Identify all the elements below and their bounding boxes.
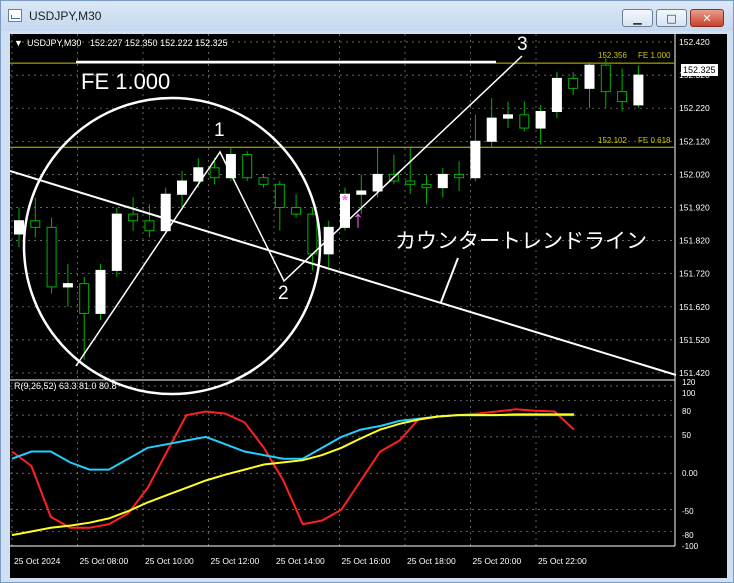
rsi-level-0: 0.00 xyxy=(682,469,698,478)
price-tick-label: 152.420 xyxy=(679,37,710,47)
time-tick-label: 25 Oct 22:00 xyxy=(538,556,587,566)
maximize-button[interactable]: □ xyxy=(656,9,687,27)
candle-body xyxy=(551,77,562,113)
close-button[interactable]: ✕ xyxy=(690,9,724,27)
highlight-circle xyxy=(22,96,322,396)
wave-label-3: 3 xyxy=(517,34,528,55)
up-arrow-signal: ↑ xyxy=(352,206,364,233)
wave-label-1: 1 xyxy=(214,120,225,141)
indicator-lines xyxy=(11,408,575,537)
candle-body xyxy=(519,114,530,129)
chart-canvas[interactable]: 152.420152.320152.220152.120152.020151.9… xyxy=(10,34,727,578)
candlesticks xyxy=(14,58,644,360)
ohlc-header: 152.227 152.350 152.222 152.325 xyxy=(90,38,228,48)
fe1-ratio-label: FE 1.000 xyxy=(638,51,671,60)
rsi-level-120: 120 xyxy=(682,378,696,387)
star-signal: * xyxy=(342,192,348,209)
candle-body xyxy=(633,74,644,106)
time-tick-label: 25 Oct 08:00 xyxy=(80,556,129,566)
symbol-header: USDJPY,M30 xyxy=(27,38,82,48)
price-tick-label: 151.720 xyxy=(679,269,710,279)
candle-body xyxy=(258,177,269,185)
candle-body xyxy=(421,183,432,189)
rsi-series-r52 xyxy=(11,413,574,537)
candle-body xyxy=(160,193,171,232)
time-tick-label: 25 Oct 16:00 xyxy=(342,556,391,566)
axis-ticks: 152.420152.320152.220152.120152.020151.9… xyxy=(14,37,710,566)
annotation-pointer xyxy=(440,257,459,303)
candle-body xyxy=(307,213,318,255)
fe2-price-label: 152.102 xyxy=(598,136,627,145)
candle-body xyxy=(291,207,302,215)
countertrend-annotation: カウンタートレンドライン xyxy=(395,230,647,253)
candle-body xyxy=(600,64,611,93)
candle-body xyxy=(356,190,367,195)
fe2-ratio-label: FE 0.618 xyxy=(638,136,671,145)
wave-label-2: 2 xyxy=(278,283,289,304)
candle-body xyxy=(470,140,481,179)
candle-body xyxy=(584,64,595,89)
candle-body xyxy=(454,173,465,179)
indicator-label: R(9,26,52) 63.3 81.0 80.8 xyxy=(14,381,117,391)
candle-body xyxy=(617,91,628,103)
candle-body xyxy=(30,220,41,228)
candle-body xyxy=(177,180,187,195)
header-arrow[interactable]: ▼ xyxy=(14,38,23,48)
minimize-button[interactable]: ▁ xyxy=(622,9,653,27)
rsi-level-80: 80 xyxy=(682,407,691,416)
candle-body xyxy=(209,167,220,179)
rsi-level-minus100: -100 xyxy=(682,542,699,551)
time-tick-label: 25 Oct 12:00 xyxy=(211,556,260,566)
price-tick-label: 151.820 xyxy=(679,236,710,246)
candle-body xyxy=(95,269,106,314)
price-tick-label: 152.020 xyxy=(679,169,710,179)
price-tick-label: 152.120 xyxy=(679,136,710,146)
chart-app-icon xyxy=(8,9,22,22)
price-tick-label: 151.920 xyxy=(679,203,710,213)
candle-body xyxy=(14,220,24,235)
time-tick-label: 25 Oct 2024 xyxy=(14,556,61,566)
candle-body xyxy=(535,111,546,129)
candle-body xyxy=(405,180,416,185)
fe-large-label: FE 1.000 xyxy=(81,69,171,94)
window-title: USDJPY,M30 xyxy=(29,9,102,23)
candle-body xyxy=(111,213,122,271)
candle-body xyxy=(274,183,285,209)
candle-body xyxy=(486,117,497,142)
candle-body xyxy=(568,77,579,89)
candle-body xyxy=(372,173,383,192)
time-tick-label: 25 Oct 14:00 xyxy=(276,556,325,566)
candle-body xyxy=(128,213,139,222)
candle-body xyxy=(242,154,253,179)
time-tick-label: 25 Oct 10:00 xyxy=(145,556,194,566)
candle-body xyxy=(46,226,57,288)
rsi-level-50: 50 xyxy=(682,431,691,440)
chart-svg[interactable]: 152.420152.320152.220152.120152.020151.9… xyxy=(10,34,727,578)
time-tick-label: 25 Oct 20:00 xyxy=(473,556,522,566)
rsi-series-r9 xyxy=(11,408,575,529)
candle-body xyxy=(323,226,334,255)
price-tick-label: 151.620 xyxy=(679,302,710,312)
chart-window: USDJPY,M30 ▁ □ ✕ 152.420152.320152.22015… xyxy=(0,0,734,583)
rsi-level-minus50: -50 xyxy=(682,507,694,516)
candle-body xyxy=(62,283,73,288)
rsi-level-100: 100 xyxy=(682,389,696,398)
rsi-level-minus80: -80 xyxy=(682,531,694,540)
candle-body xyxy=(144,220,155,232)
candle-body xyxy=(79,283,90,314)
title-bar[interactable]: USDJPY,M30 ▁ □ ✕ xyxy=(1,1,733,31)
price-tick-label: 151.520 xyxy=(679,335,710,345)
current-price-label: 152.325 xyxy=(681,64,718,76)
candle-body xyxy=(437,173,448,189)
time-tick-label: 25 Oct 18:00 xyxy=(407,556,456,566)
price-tick-label: 152.220 xyxy=(679,103,710,113)
fe1-price-label: 152.356 xyxy=(598,51,627,60)
candle-body xyxy=(503,114,513,119)
price-tick-label: 151.420 xyxy=(679,368,710,378)
